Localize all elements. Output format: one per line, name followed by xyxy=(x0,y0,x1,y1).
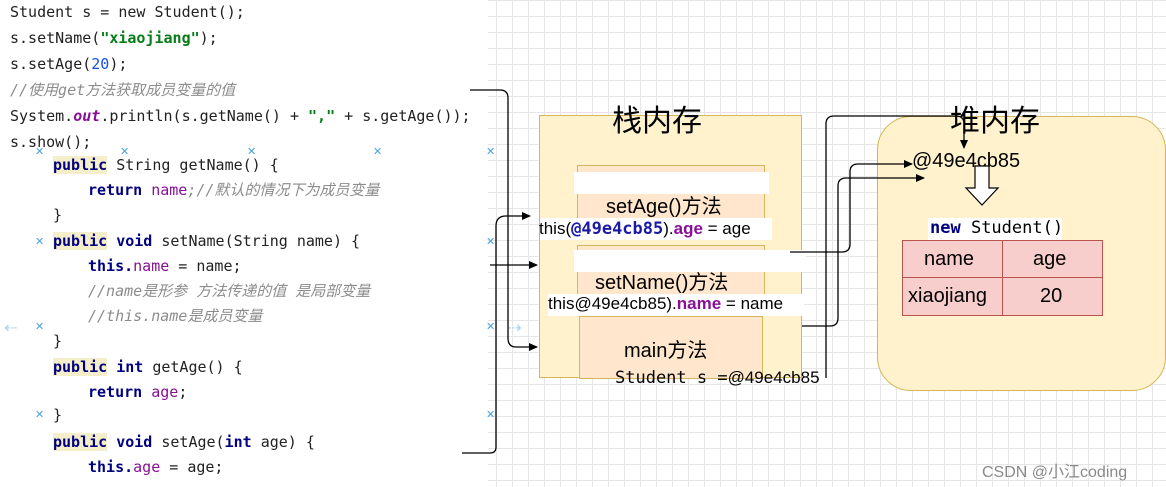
hollow-down-arrow-icon xyxy=(964,165,1000,206)
connector-arrow xyxy=(825,115,968,378)
connector-arrow xyxy=(790,160,913,253)
csdn-watermark: CSDN @小江coding xyxy=(982,464,1128,481)
connector-arrow xyxy=(462,212,531,454)
connector-arrow xyxy=(470,89,538,351)
connector-layer xyxy=(462,89,1000,454)
